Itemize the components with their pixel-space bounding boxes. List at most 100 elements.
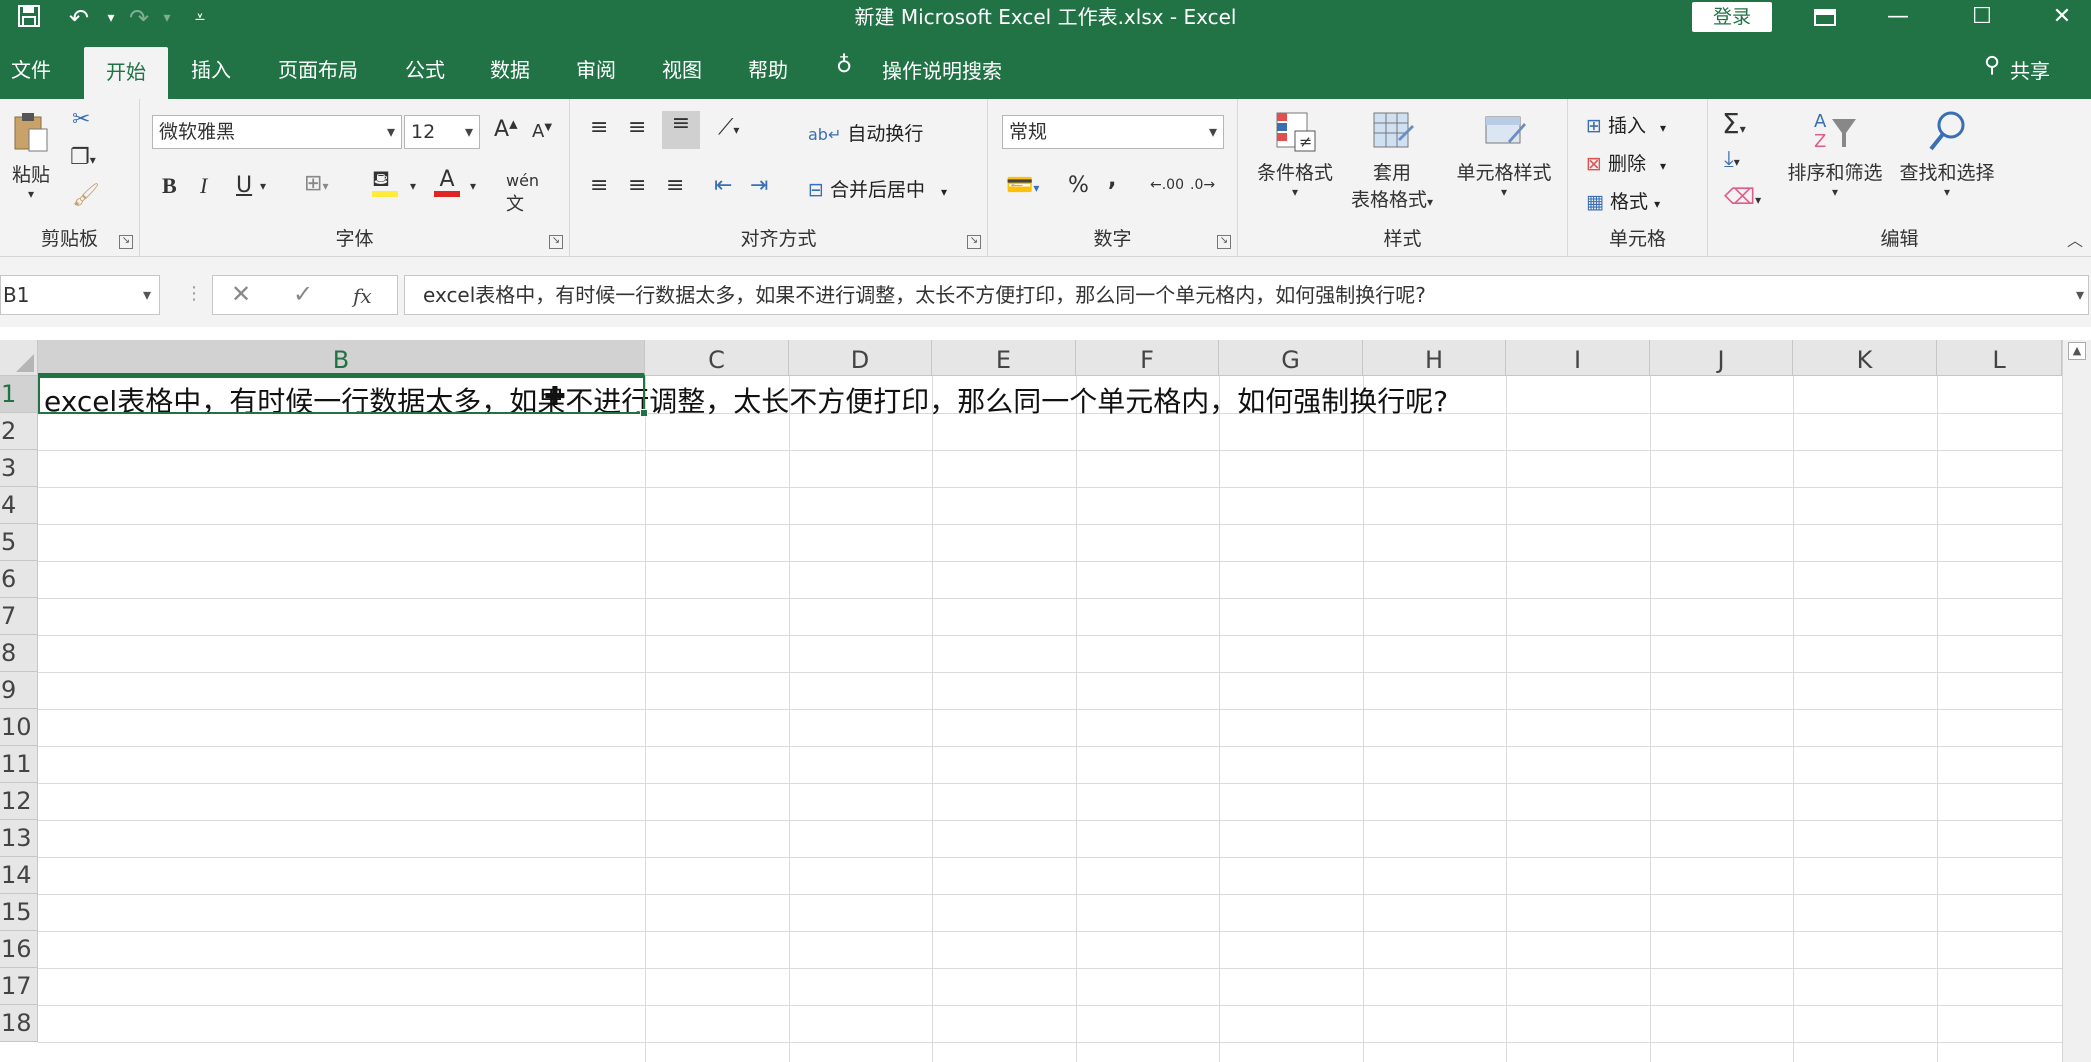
maximize-icon[interactable]: ☐ <box>1952 0 2012 35</box>
delete-cells-button[interactable]: ⊠ 删除 ▾ <box>1586 149 1666 176</box>
column-header-d[interactable]: D <box>789 340 932 376</box>
font-size-select[interactable]: 12 ▾ <box>404 115 480 149</box>
name-box[interactable]: B1 ▾ <box>0 275 160 315</box>
format-painter-icon[interactable]: 🖌 <box>72 183 100 208</box>
alignment-launcher-icon[interactable]: ↘ <box>967 235 981 249</box>
column-header-k[interactable]: K <box>1793 340 1937 376</box>
column-header-j[interactable]: J <box>1650 340 1793 376</box>
customize-icon[interactable]: ⩡ <box>183 3 217 33</box>
expand-formula-icon[interactable]: ▾ <box>2076 276 2084 314</box>
borders-icon[interactable]: ⊞▾ <box>304 171 328 196</box>
worksheet-grid[interactable]: B C D E F G H I J K L 1 2 3 4 5 6 7 8 9 … <box>0 340 2062 1062</box>
formula-input[interactable]: excel表格中，有时候一行数据太多，如果不进行调整，太长不方便打印，那么同一个… <box>404 275 2089 315</box>
format-cells-button[interactable]: ▦ 格式 ▾ <box>1586 187 1660 214</box>
enter-icon[interactable]: ✓ <box>293 280 313 308</box>
conditional-formatting-button[interactable]: ≠ 条件格式 ▾ <box>1250 109 1340 199</box>
row-header-8[interactable]: 8 <box>0 635 38 672</box>
find-select-button[interactable]: 查找和选择 ▾ <box>1892 109 2002 199</box>
tab-file[interactable]: 文件 <box>10 43 52 91</box>
chevron-down-icon[interactable]: ▾ <box>143 276 151 314</box>
comma-button[interactable]: , <box>1108 167 1116 192</box>
align-right-icon[interactable]: ≡ <box>666 173 684 198</box>
row-header-11[interactable]: 11 <box>0 746 38 783</box>
percent-button[interactable]: % <box>1068 173 1089 198</box>
italic-button[interactable]: I <box>200 173 207 199</box>
fill-color-dropdown-icon[interactable]: ▾ <box>410 179 416 193</box>
tab-home[interactable]: 开始 <box>84 47 168 99</box>
bold-button[interactable]: B <box>162 173 177 199</box>
vertical-scrollbar[interactable]: ▲ <box>2062 340 2091 1062</box>
number-format-select[interactable]: 常规 ▾ <box>1002 115 1224 149</box>
select-all-button[interactable] <box>0 340 38 376</box>
clear-icon[interactable]: ⌫▾ <box>1724 185 1761 210</box>
clipboard-launcher-icon[interactable]: ↘ <box>119 235 133 249</box>
fill-handle[interactable] <box>640 409 648 417</box>
ribbon-display-icon[interactable] <box>1795 0 1855 35</box>
underline-button[interactable]: U <box>236 173 252 198</box>
column-header-i[interactable]: I <box>1506 340 1650 376</box>
wrap-text-button[interactable]: ab↵ 自动换行 <box>808 119 923 146</box>
insert-function-button[interactable]: fx <box>353 284 372 308</box>
share-button[interactable]: 共享 <box>2010 55 2050 84</box>
accounting-icon[interactable]: 💳▾ <box>1006 173 1039 198</box>
tab-insert[interactable]: 插入 <box>190 43 232 91</box>
decrease-indent-icon[interactable]: ⇤ <box>714 173 732 198</box>
login-button[interactable]: 登录 <box>1692 2 1772 32</box>
fill-color-icon[interactable]: ⛾ <box>372 167 398 197</box>
increase-font-icon[interactable]: A▲ <box>494 117 518 142</box>
row-header-12[interactable]: 12 <box>0 783 38 820</box>
column-header-e[interactable]: E <box>932 340 1076 376</box>
increase-indent-icon[interactable]: ⇥ <box>750 173 768 198</box>
redo-dropdown-icon[interactable]: ▾ <box>150 3 184 33</box>
sort-filter-button[interactable]: AZ 排序和筛选 ▾ <box>1780 109 1890 199</box>
row-header-9[interactable]: 9 <box>0 672 38 709</box>
row-header-7[interactable]: 7 <box>0 598 38 635</box>
decrease-decimal-button[interactable]: .0→ <box>1190 177 1215 193</box>
underline-dropdown-icon[interactable]: ▾ <box>260 179 266 193</box>
column-header-g[interactable]: G <box>1219 340 1363 376</box>
tab-help[interactable]: 帮助 <box>747 43 789 91</box>
undo-icon[interactable]: ↶ <box>62 3 96 33</box>
phonetic-icon[interactable]: wén 文 <box>506 171 539 216</box>
column-header-h[interactable]: H <box>1363 340 1506 376</box>
autosum-icon[interactable]: Σ▾ <box>1722 107 1746 140</box>
row-header-14[interactable]: 14 <box>0 857 38 894</box>
increase-decimal-button[interactable]: ←.00 <box>1150 177 1184 193</box>
font-launcher-icon[interactable]: ↘ <box>549 235 563 249</box>
row-header-10[interactable]: 10 <box>0 709 38 746</box>
orientation-icon[interactable]: ⟋▾ <box>718 115 739 140</box>
format-as-table-button[interactable]: 套用 表格格式▾ <box>1342 109 1442 212</box>
tab-review[interactable]: 审阅 <box>575 43 617 91</box>
row-header-1[interactable]: 1 <box>0 376 38 413</box>
scroll-up-icon[interactable]: ▲ <box>2068 342 2086 360</box>
tell-me-search[interactable]: 操作说明搜索 <box>882 55 1002 84</box>
row-header-16[interactable]: 16 <box>0 931 38 968</box>
row-header-4[interactable]: 4 <box>0 487 38 524</box>
row-header-18[interactable]: 18 <box>0 1005 38 1042</box>
font-color-dropdown-icon[interactable]: ▾ <box>470 179 476 193</box>
row-header-13[interactable]: 13 <box>0 820 38 857</box>
collapse-ribbon-icon[interactable]: ︿ <box>2067 227 2083 251</box>
close-icon[interactable]: ✕ <box>2032 0 2091 35</box>
row-header-17[interactable]: 17 <box>0 968 38 1005</box>
cut-icon[interactable]: ✂ <box>72 107 90 132</box>
tab-page-layout[interactable]: 页面布局 <box>276 43 360 91</box>
tab-view[interactable]: 视图 <box>661 43 703 91</box>
merge-center-button[interactable]: ⊟ 合并后居中 ▾ <box>808 175 947 202</box>
column-header-b[interactable]: B <box>38 340 645 376</box>
row-header-15[interactable]: 15 <box>0 894 38 931</box>
column-header-l[interactable]: L <box>1937 340 2062 376</box>
minimize-icon[interactable]: — <box>1868 0 1928 35</box>
tab-data[interactable]: 数据 <box>489 43 531 91</box>
column-header-c[interactable]: C <box>645 340 789 376</box>
row-header-6[interactable]: 6 <box>0 561 38 598</box>
insert-cells-button[interactable]: ⊞ 插入 ▾ <box>1586 111 1666 138</box>
align-middle-icon[interactable]: ≡ <box>628 115 646 140</box>
row-header-3[interactable]: 3 <box>0 450 38 487</box>
save-icon[interactable] <box>12 3 46 33</box>
align-bottom-icon[interactable]: ≡ <box>662 111 700 149</box>
paste-button[interactable]: 粘贴 ▾ <box>6 111 56 201</box>
cancel-icon[interactable]: ✕ <box>231 280 251 308</box>
tab-formulas[interactable]: 公式 <box>404 43 446 91</box>
align-top-icon[interactable]: ≡ <box>590 115 608 140</box>
